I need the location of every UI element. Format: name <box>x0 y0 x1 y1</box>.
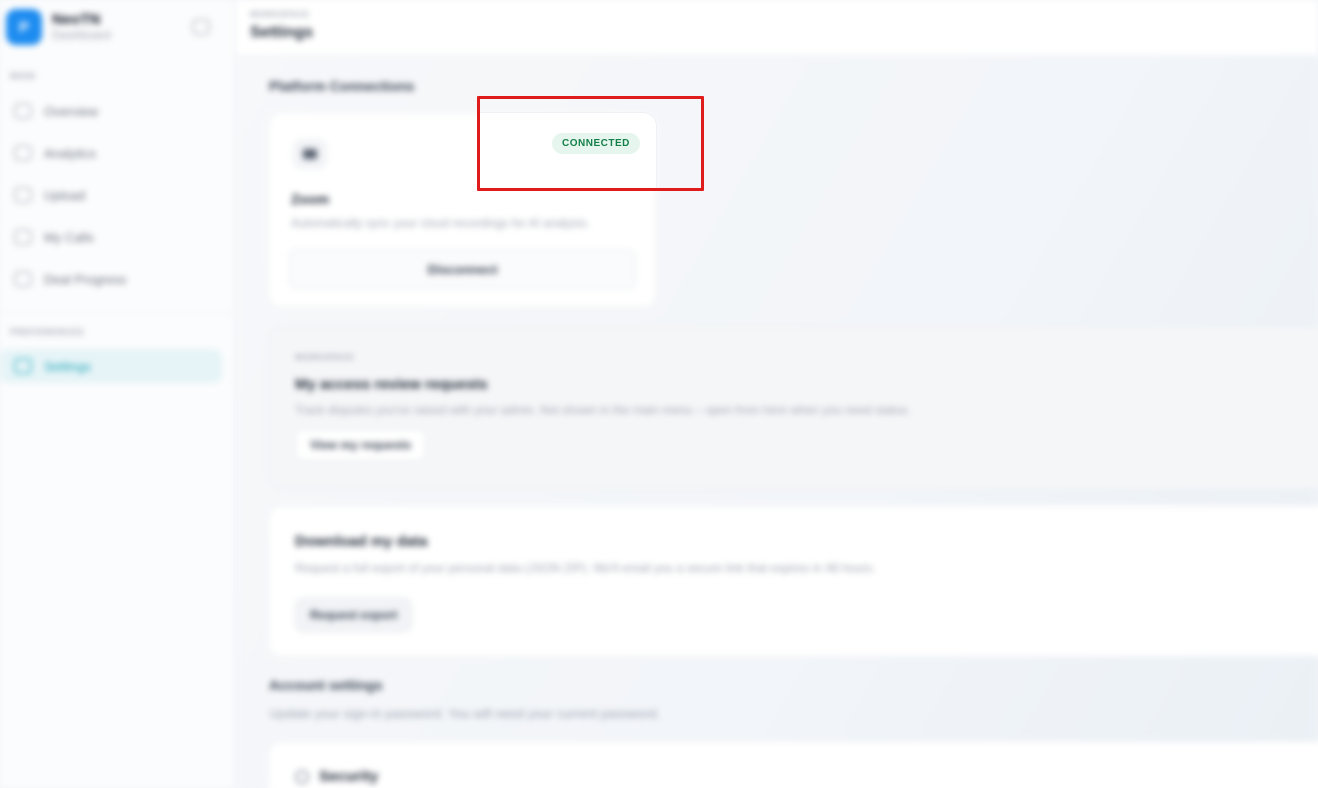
sidebar-item-label: Settings <box>44 358 91 374</box>
page-eyebrow: WORKSPACE <box>250 10 310 19</box>
trend-icon <box>14 271 32 287</box>
sidebar: P NeoTN Dashboard MAIN Overview Analytic… <box>0 0 235 788</box>
sidebar-item-label: Analytics <box>44 145 97 161</box>
account-settings-description: Update your sign-in password. You will n… <box>269 706 660 721</box>
page-title: Settings <box>250 24 314 41</box>
platform-connections-title: Platform Connections <box>269 78 415 94</box>
gear-icon <box>14 358 32 374</box>
sidebar-item-my-calls[interactable]: My Calls <box>0 220 222 254</box>
chart-icon <box>14 145 32 161</box>
download-data-card: Download my data Request a full export o… <box>268 505 1318 657</box>
phone-icon <box>14 229 32 245</box>
zoom-description: Automatically sync your cloud recordings… <box>291 216 590 230</box>
access-title: My access review requests <box>295 376 488 393</box>
download-description: Request a full export of your personal d… <box>295 561 876 575</box>
access-review-card: WORKSPACE My access review requests Trac… <box>268 326 1318 490</box>
sidebar-item-label: Deal Progress <box>44 271 127 287</box>
sidebar-divider <box>0 313 235 314</box>
brand-logo: P <box>6 9 42 45</box>
app-blurred-background: P NeoTN Dashboard MAIN Overview Analytic… <box>0 0 1318 788</box>
nav-section-preferences: PREFERENCES <box>10 327 85 337</box>
sidebar-item-label: Upload <box>44 187 86 203</box>
disconnect-button[interactable]: Disconnect <box>289 249 636 289</box>
sidebar-item-settings[interactable]: Settings <box>0 349 222 383</box>
security-card: Security <box>268 741 1318 788</box>
sidebar-item-label: My Calls <box>44 229 94 245</box>
download-title: Download my data <box>295 533 428 550</box>
grid-icon <box>14 103 32 119</box>
account-settings-title: Account settings <box>269 677 383 693</box>
access-eyebrow: WORKSPACE <box>295 353 355 362</box>
sidebar-item-analytics[interactable]: Analytics <box>0 136 222 170</box>
request-export-button[interactable]: Request export <box>295 598 413 632</box>
brand-name: NeoTN <box>52 11 101 29</box>
upload-icon <box>14 187 32 203</box>
sidebar-toggle-icon[interactable] <box>192 19 210 35</box>
main-content: WORKSPACE Settings Platform Connections … <box>236 0 1318 788</box>
zoom-name: Zoom <box>291 191 330 207</box>
nav-section-main: MAIN <box>10 71 36 81</box>
brand[interactable]: P NeoTN Dashboard <box>6 9 111 45</box>
sidebar-item-deal-progress[interactable]: Deal Progress <box>0 262 222 296</box>
sidebar-item-label: Overview <box>44 103 99 119</box>
access-description: Track disputes you've raised with your a… <box>295 403 911 417</box>
brand-subtitle: Dashboard <box>52 27 111 42</box>
page-header: WORKSPACE Settings <box>236 0 1318 56</box>
video-camera-icon <box>293 139 327 169</box>
security-title: Security <box>319 768 379 785</box>
sidebar-item-upload[interactable]: Upload <box>0 178 222 212</box>
view-my-requests-button[interactable]: View my requests <box>295 429 427 461</box>
key-icon <box>295 770 309 784</box>
connected-status-badge: CONNECTED <box>552 133 640 154</box>
sidebar-item-overview[interactable]: Overview <box>0 94 222 128</box>
